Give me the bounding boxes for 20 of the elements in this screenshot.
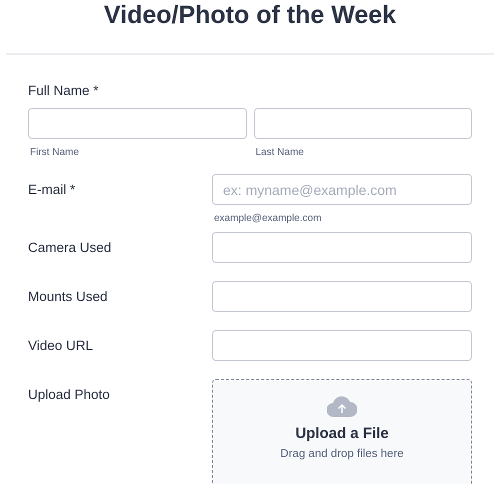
input-field[interactable] [212,330,472,361]
field-sublabel: example@example.com [214,213,322,224]
input-field[interactable] [212,281,472,312]
field-label: Mounts Used [28,288,109,304]
field-label: E-mail * [28,181,76,197]
upload-heading: Upload a File [295,425,389,442]
file-drop-zone[interactable]: Upload a File Drag and drop files here [212,379,472,484]
field-label: Video URL [28,337,94,353]
input-field[interactable]: ex: myname@example.com [212,174,472,205]
field-label: Upload Photo [28,386,111,402]
upload-hint: Drag and drop files here [280,448,404,460]
input-field[interactable] [254,108,472,139]
input-field[interactable] [212,232,472,263]
field-label: Full Name * [28,83,99,98]
cloud-upload-icon [327,396,357,417]
field-sublabel: Last Name [256,147,305,158]
field-sublabel: First Name [30,147,80,158]
field-label: Camera Used [28,239,112,255]
input-field[interactable] [28,108,246,139]
form-title: Video/Photo of the Week [102,0,398,30]
